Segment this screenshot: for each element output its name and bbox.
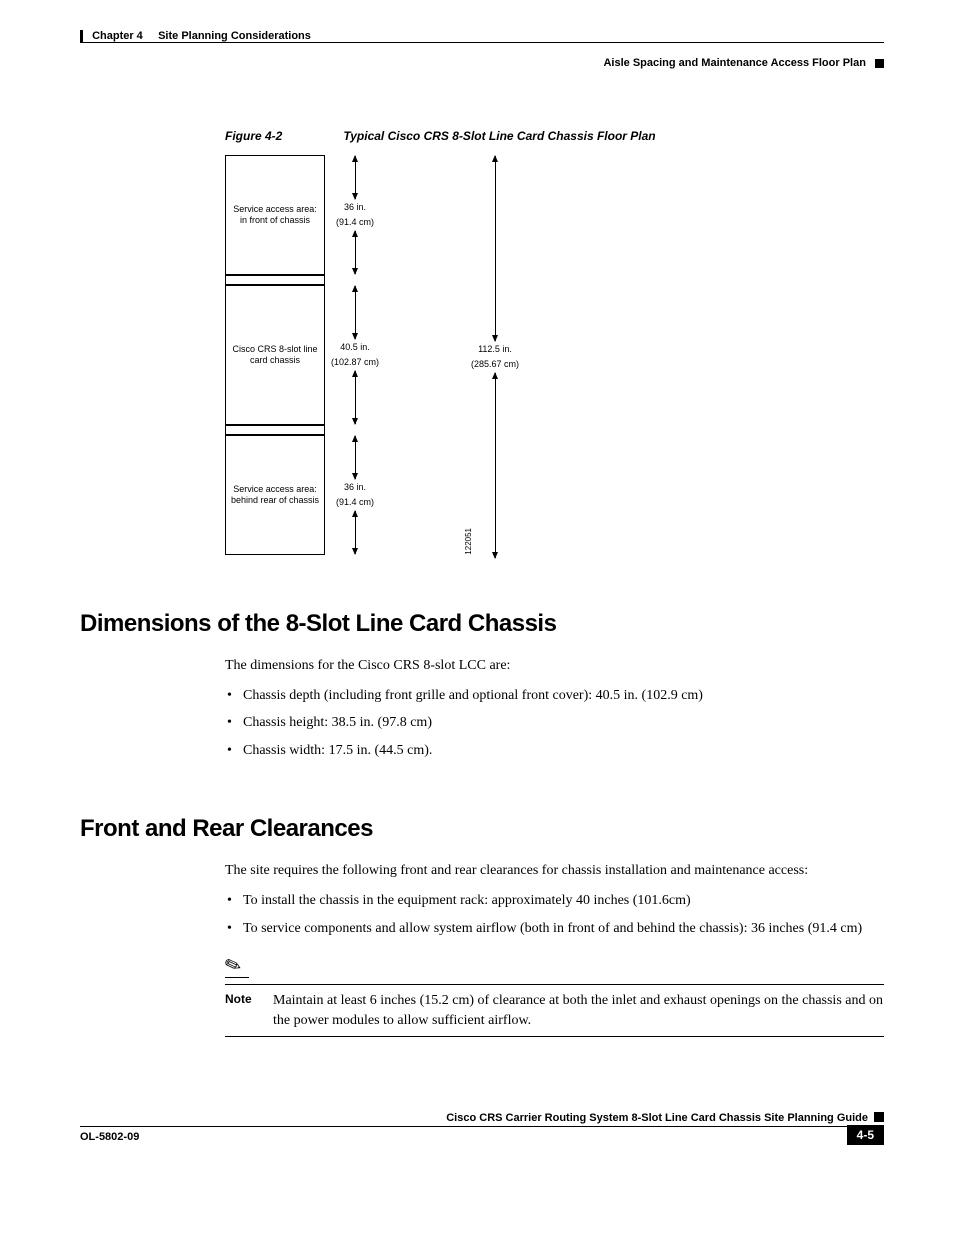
list-item: Chassis height: 38.5 in. (97.8 cm) — [225, 713, 884, 733]
dim-cm: (102.87 cm) — [331, 355, 379, 370]
footer-book-title: Cisco CRS Carrier Routing System 8-Slot … — [446, 1112, 868, 1124]
header-right-mark — [875, 59, 884, 68]
diagram-row: Service access area: in front of chassis… — [225, 155, 455, 275]
section-heading-clearances: Front and Rear Clearances — [80, 815, 884, 843]
figure-image-id: 122051 — [464, 528, 473, 555]
figure-title: Typical Cisco CRS 8-Slot Line Card Chass… — [343, 129, 655, 143]
note-block: ✎ Note Maintain at least 6 inches (15.2 … — [225, 956, 884, 1037]
overall-dim-cm: (285.67 cm) — [471, 357, 519, 372]
overall-dim-in: 112.5 in. — [478, 342, 512, 357]
chapter-title: Site Planning Considerations — [158, 30, 311, 42]
page-header: Chapter 4 Site Planning Considerations A… — [80, 30, 884, 69]
list-item: Chassis depth (including front grille an… — [225, 686, 884, 706]
pencil-icon: ✎ — [222, 954, 245, 979]
section2-intro: The site requires the following front an… — [225, 861, 884, 881]
figure-number: Figure 4-2 — [225, 129, 340, 143]
floor-plan-diagram: 112.5 in. (285.67 cm) Service access are… — [225, 155, 455, 555]
list-item: Chassis width: 17.5 in. (44.5 cm). — [225, 741, 884, 761]
diagram-box-label: Cisco CRS 8-slot line card chassis — [225, 285, 325, 425]
dim-in: 36 in. — [344, 480, 366, 495]
section1-intro: The dimensions for the Cisco CRS 8-slot … — [225, 656, 884, 676]
dim-cm: (91.4 cm) — [336, 215, 374, 230]
note-text: Maintain at least 6 inches (15.2 cm) of … — [273, 991, 884, 1030]
diagram-row: Cisco CRS 8-slot line card chassis 40.5 … — [225, 285, 455, 425]
dim-in: 36 in. — [344, 200, 366, 215]
dim-cm: (91.4 cm) — [336, 495, 374, 510]
section1-body: The dimensions for the Cisco CRS 8-slot … — [225, 656, 884, 760]
note-label: Note — [225, 991, 273, 1008]
dim-in: 40.5 in. — [340, 340, 370, 355]
figure-block: Figure 4-2 Typical Cisco CRS 8-Slot Line… — [225, 129, 884, 555]
section-title: Aisle Spacing and Maintenance Access Flo… — [603, 57, 865, 69]
footer-page-number: 4-5 — [847, 1125, 884, 1145]
diagram-box-label: Service access area: in front of chassis — [225, 155, 325, 275]
page-footer: Cisco CRS Carrier Routing System 8-Slot … — [80, 1112, 884, 1145]
list-item: To install the chassis in the equipment … — [225, 891, 884, 911]
footer-mark — [874, 1112, 884, 1122]
list-item: To service components and allow system a… — [225, 919, 884, 939]
chapter-number: Chapter 4 — [92, 30, 143, 42]
header-left-mark — [80, 30, 83, 42]
section2-body: The site requires the following front an… — [225, 861, 884, 938]
footer-doc-id: OL-5802-09 — [80, 1131, 139, 1143]
diagram-box-label: Service access area: behind rear of chas… — [225, 435, 325, 555]
document-page: Chapter 4 Site Planning Considerations A… — [0, 0, 954, 1175]
section-heading-dimensions: Dimensions of the 8-Slot Line Card Chass… — [80, 610, 884, 638]
diagram-row: Service access area: behind rear of chas… — [225, 435, 455, 555]
